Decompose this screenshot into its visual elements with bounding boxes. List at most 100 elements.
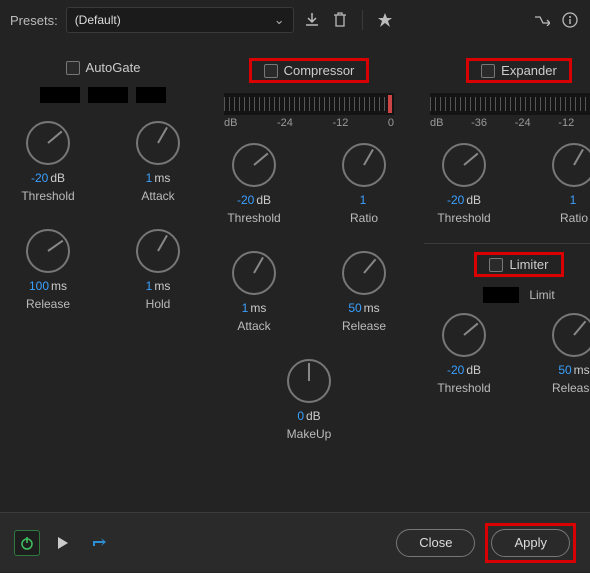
- preset-select[interactable]: (Default) ⌄: [66, 7, 294, 33]
- autogate-threshold-dial[interactable]: -20dB Threshold: [8, 117, 88, 203]
- dial-needle: [253, 257, 264, 274]
- dial-unit: ms: [574, 363, 590, 377]
- dial-value: -20: [31, 171, 48, 185]
- dial-needle: [463, 323, 478, 336]
- limiter-header[interactable]: Limiter: [474, 252, 563, 277]
- scale-label: 0: [388, 117, 394, 129]
- dial-label: MakeUp: [269, 427, 349, 441]
- scale-label: -24: [277, 117, 293, 129]
- dial-needle: [47, 240, 63, 252]
- compressor-header[interactable]: Compressor: [249, 58, 370, 83]
- autogate-release-dial[interactable]: 100ms Release: [8, 225, 88, 311]
- dial-needle: [308, 363, 310, 381]
- dial-value: 1: [242, 301, 249, 315]
- expander-meter: [430, 93, 590, 115]
- dial-unit: dB: [466, 193, 481, 207]
- dial-value: 1: [570, 193, 577, 207]
- dial-value: -20: [447, 363, 464, 377]
- scale-label: -12: [558, 117, 574, 129]
- dial-label: Ratio: [324, 211, 404, 225]
- limiter-release-dial[interactable]: 50ms Release: [534, 309, 590, 395]
- compressor-checkbox[interactable]: [264, 64, 278, 78]
- autogate-attack-dial[interactable]: 1ms Attack: [118, 117, 198, 203]
- scale-label: dB: [430, 117, 443, 129]
- compressor-ratio-dial[interactable]: 1 Ratio: [324, 139, 404, 225]
- dial-unit: ms: [250, 301, 266, 315]
- dial-label: Threshold: [424, 381, 504, 395]
- dial-needle: [253, 153, 268, 166]
- expander-header[interactable]: Expander: [466, 58, 572, 83]
- compressor-section: Compressor dB -24 -12 0 -20dB Threshold …: [206, 40, 412, 512]
- limit-label: Limit: [529, 288, 554, 302]
- dial-label: Threshold: [424, 211, 504, 225]
- apply-button[interactable]: Apply: [491, 529, 570, 557]
- play-button[interactable]: [50, 530, 76, 556]
- loop-button[interactable]: [86, 530, 112, 556]
- dial-value: 1: [146, 279, 153, 293]
- routing-icon[interactable]: [532, 10, 552, 30]
- dial-needle: [573, 149, 584, 166]
- dial-unit: dB: [466, 363, 481, 377]
- dial-value: 1: [360, 193, 367, 207]
- info-icon[interactable]: [560, 10, 580, 30]
- gate-segment: [88, 87, 128, 103]
- main-panel: AutoGate -20dB Threshold 1ms Attack 100: [0, 40, 590, 512]
- dial-unit: dB: [50, 171, 65, 185]
- close-button[interactable]: Close: [396, 529, 475, 557]
- dial-label: Release: [534, 381, 590, 395]
- dial-value: 1: [146, 171, 153, 185]
- autogate-header[interactable]: AutoGate: [60, 58, 147, 77]
- compressor-meter: [224, 93, 394, 115]
- autogate-checkbox[interactable]: [66, 61, 80, 75]
- compressor-attack-dial[interactable]: 1ms Attack: [214, 247, 294, 333]
- limit-indicator: [483, 287, 519, 303]
- limiter-display: Limit: [424, 287, 590, 303]
- dial-value: -20: [447, 193, 464, 207]
- dial-value: 50: [558, 363, 571, 377]
- preset-value: (Default): [75, 13, 121, 27]
- compressor-release-dial[interactable]: 50ms Release: [324, 247, 404, 333]
- scale-label: dB: [224, 117, 237, 129]
- scale-label: -24: [515, 117, 531, 129]
- top-toolbar: Presets: (Default) ⌄: [0, 0, 590, 40]
- dial-label: Attack: [214, 319, 294, 333]
- expander-ratio-dial[interactable]: 1 Ratio: [534, 139, 590, 225]
- save-preset-icon[interactable]: [302, 10, 322, 30]
- dial-value: 50: [348, 301, 361, 315]
- dial-needle: [47, 131, 62, 144]
- expander-scale: dB -36 -24 -12 0: [430, 117, 590, 129]
- autogate-display: [8, 87, 198, 103]
- dial-label: Threshold: [8, 189, 88, 203]
- scale-label: -36: [471, 117, 487, 129]
- dial-label: Release: [324, 319, 404, 333]
- dial-label: Hold: [118, 297, 198, 311]
- expander-title: Expander: [501, 63, 557, 78]
- dial-value: -20: [237, 193, 254, 207]
- expander-section: Expander dB -36 -24 -12 0 -20dB Threshol…: [412, 40, 590, 512]
- expander-threshold-dial[interactable]: -20dB Threshold: [424, 139, 504, 225]
- dial-label: Ratio: [534, 211, 590, 225]
- limiter-threshold-dial[interactable]: -20dB Threshold: [424, 309, 504, 395]
- autogate-hold-dial[interactable]: 1ms Hold: [118, 225, 198, 311]
- limiter-section: Limiter Limit -20dB Threshold 50ms Relea…: [424, 243, 590, 395]
- dial-value: 100: [29, 279, 49, 293]
- dial-unit: ms: [51, 279, 67, 293]
- dial-needle: [463, 153, 478, 166]
- star-icon[interactable]: [375, 10, 395, 30]
- gate-segment: [136, 87, 166, 103]
- dial-label: Attack: [118, 189, 198, 203]
- autogate-title: AutoGate: [86, 60, 141, 75]
- dial-value: 0: [297, 409, 304, 423]
- presets-label: Presets:: [10, 13, 58, 28]
- expander-checkbox[interactable]: [481, 64, 495, 78]
- power-button[interactable]: [14, 530, 40, 556]
- trash-icon[interactable]: [330, 10, 350, 30]
- dial-unit: dB: [256, 193, 271, 207]
- dial-unit: dB: [306, 409, 321, 423]
- compressor-threshold-dial[interactable]: -20dB Threshold: [214, 139, 294, 225]
- limiter-checkbox[interactable]: [489, 258, 503, 272]
- compressor-makeup-dial[interactable]: 0dB MakeUp: [269, 355, 349, 441]
- dial-needle: [157, 235, 168, 252]
- dial-label: Threshold: [214, 211, 294, 225]
- autogate-section: AutoGate -20dB Threshold 1ms Attack 100: [0, 40, 206, 512]
